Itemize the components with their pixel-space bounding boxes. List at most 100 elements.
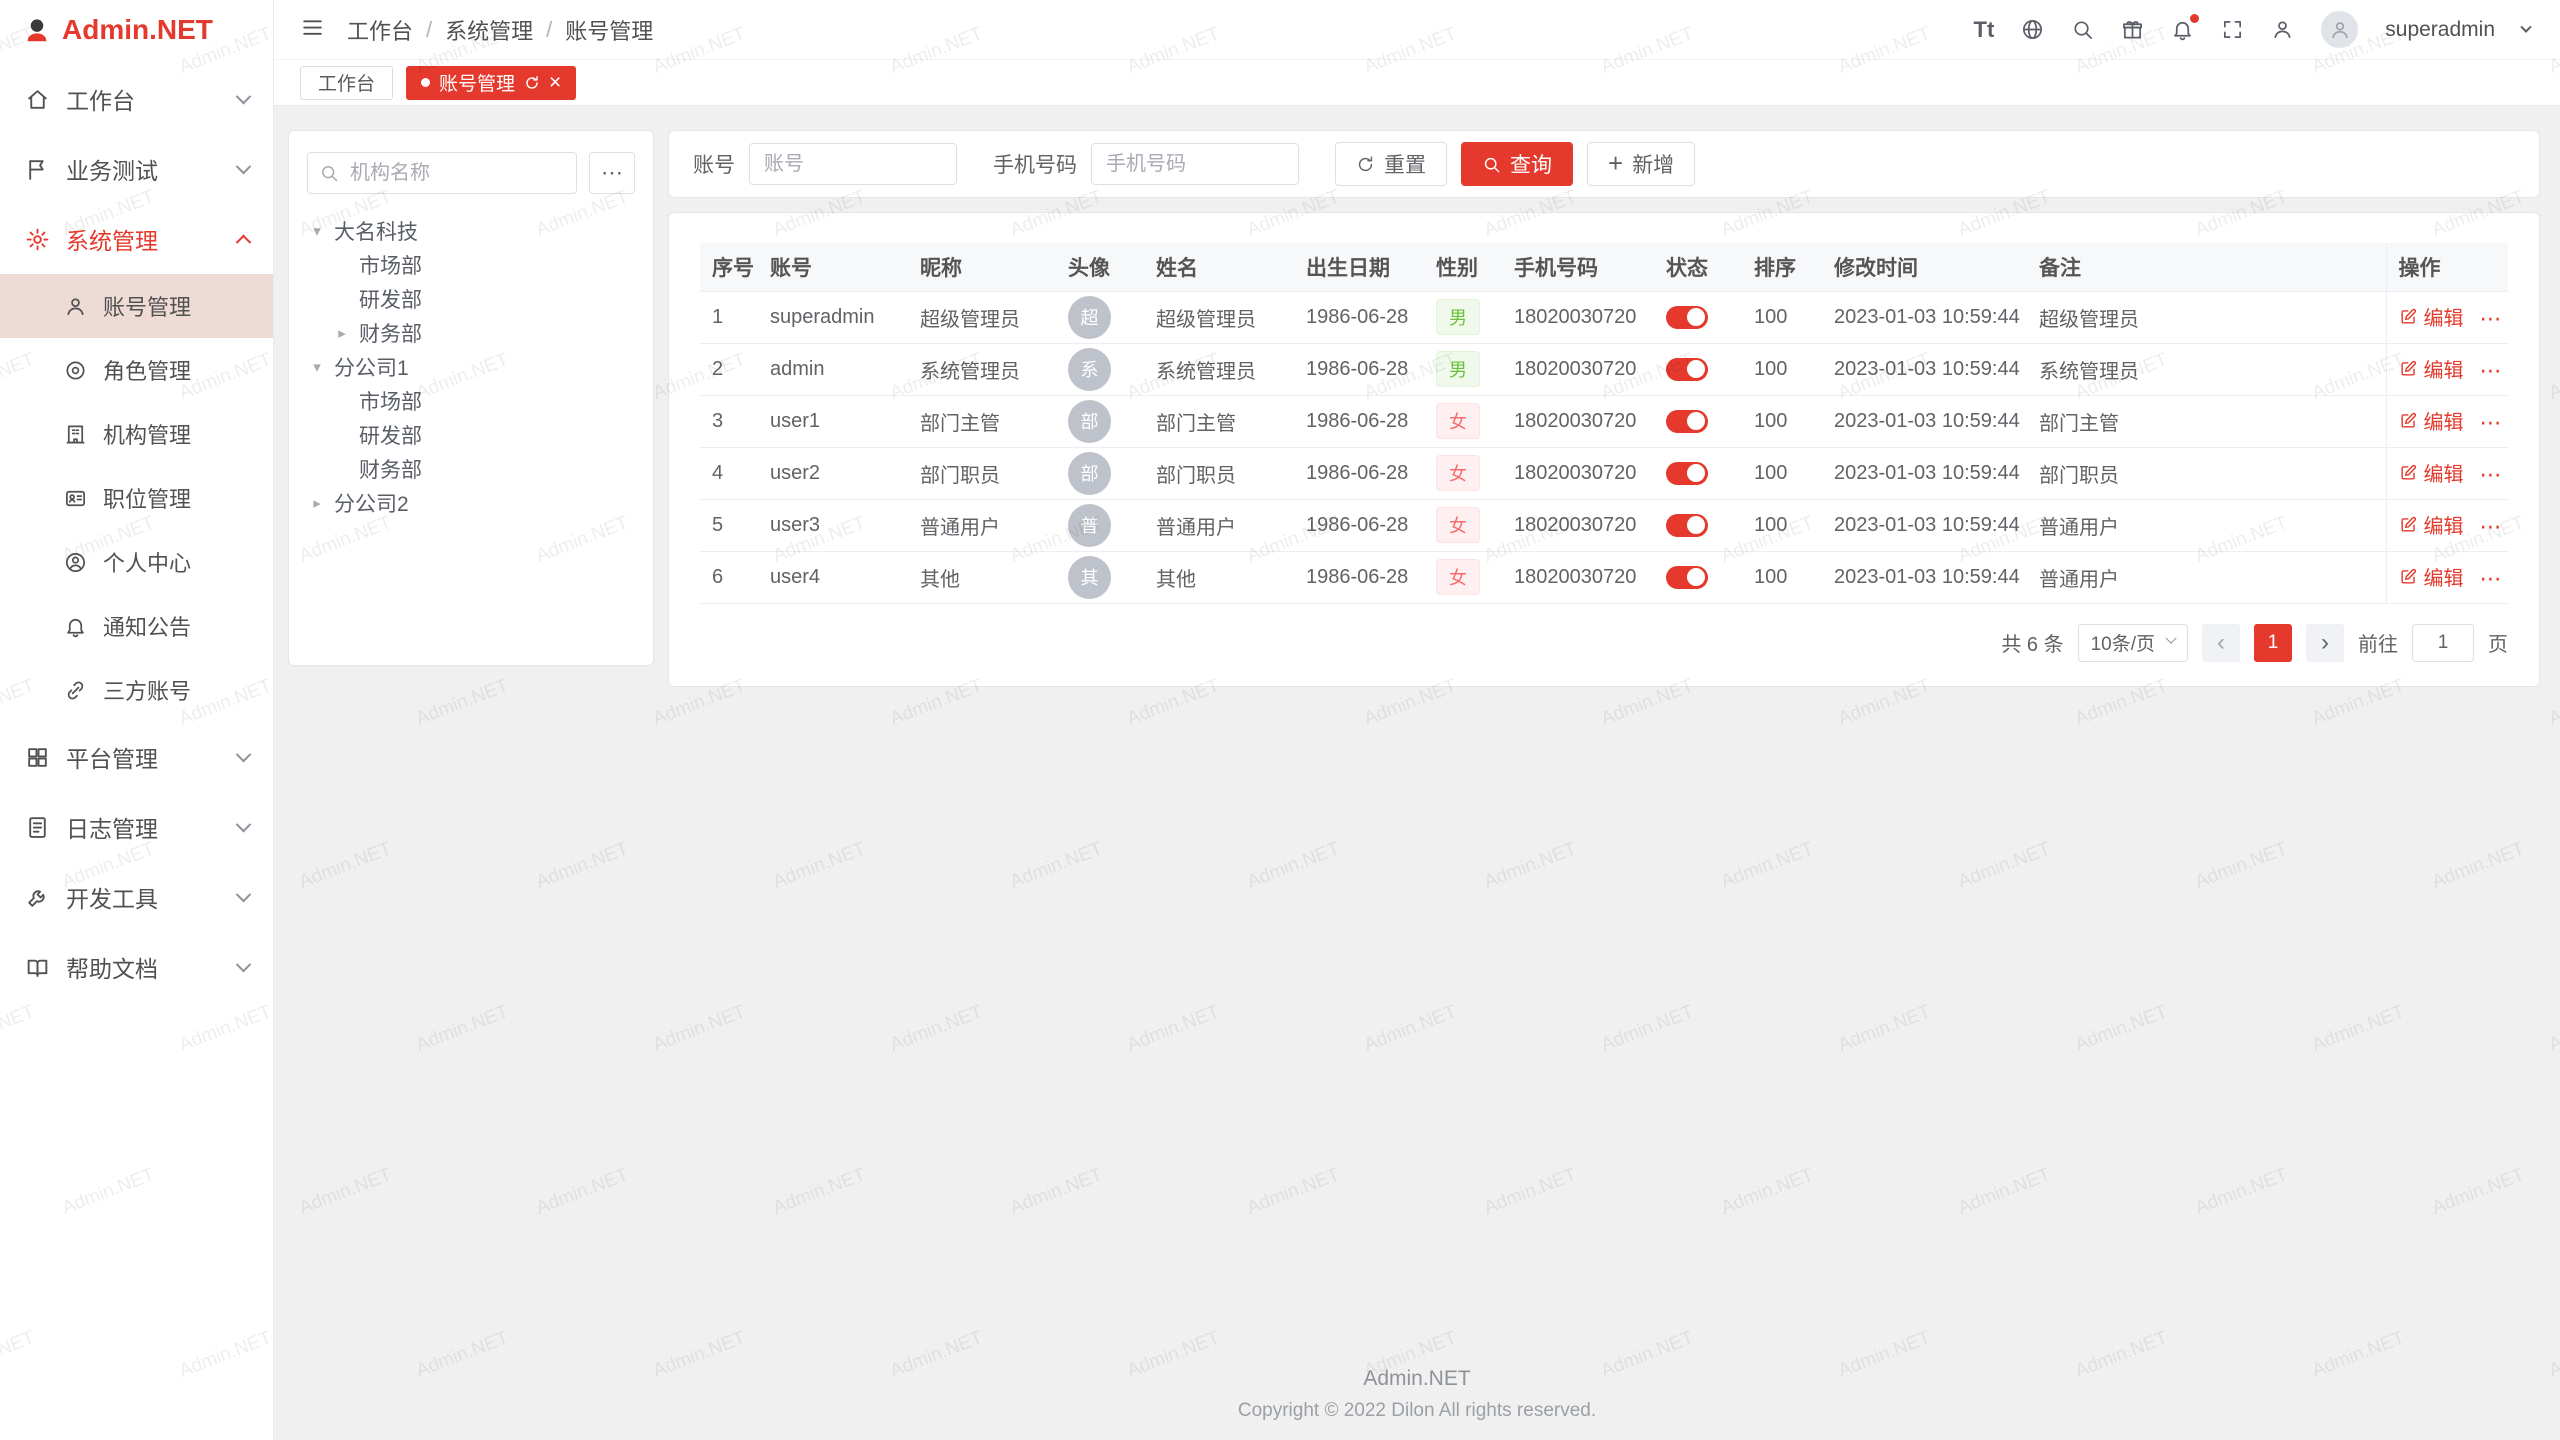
reset-button[interactable]: 重置 [1335,142,1447,186]
status-toggle[interactable] [1666,410,1708,433]
chevron-down-icon[interactable] [2520,21,2531,32]
search-icon [1482,155,1501,174]
cell-phone: 18020030720 [1502,551,1654,603]
gear-icon [24,227,50,252]
search-button[interactable]: 查询 [1461,142,1573,186]
status-toggle[interactable] [1666,462,1708,485]
search-icon[interactable] [2071,18,2094,41]
caret-down-icon[interactable]: ▾ [307,358,327,376]
edit-button[interactable]: 编辑 [2399,406,2464,435]
more-actions-button[interactable]: ⋯ [2480,462,2504,487]
phone-input[interactable] [1091,143,1299,185]
sidebar-item-system-management[interactable]: 系统管理 [0,204,273,274]
sidebar-item-workbench[interactable]: 工作台 [0,64,273,134]
menu-collapse-icon[interactable] [300,15,325,45]
cell-nickname: 超级管理员 [908,291,1056,343]
next-page-button[interactable]: › [2306,624,2344,662]
flag-icon [24,157,50,182]
caret-right-icon[interactable]: ▸ [307,494,327,512]
sidebar-item-notice[interactable]: 通知公告 [0,594,273,658]
more-actions-button[interactable]: ⋯ [2480,358,2504,383]
sidebar-item-account-management[interactable]: 账号管理 [0,274,273,338]
tab-account-management[interactable]: 账号管理 × [406,66,576,100]
profile-icon[interactable] [2271,18,2294,41]
sidebar-item-help-docs[interactable]: 帮助文档 [0,932,273,1002]
cell-index: 4 [700,447,758,499]
sidebar-item-role-management[interactable]: 角色管理 [0,338,273,402]
more-actions-button[interactable]: ⋯ [2480,306,2504,331]
add-button[interactable]: + 新增 [1587,142,1695,186]
notification-bell-icon[interactable] [2171,18,2194,41]
edit-button[interactable]: 编辑 [2399,302,2464,331]
cell-phone: 18020030720 [1502,291,1654,343]
cell-nickname: 其他 [908,551,1056,603]
tree-node[interactable]: 市场部 [307,384,635,418]
edit-button[interactable]: 编辑 [2399,458,2464,487]
caret-down-icon[interactable]: ▾ [307,222,327,240]
sidebar-item-log-management[interactable]: 日志管理 [0,792,273,862]
username[interactable]: superadmin [2385,18,2495,42]
edit-button[interactable]: 编辑 [2399,354,2464,383]
refresh-icon [1356,155,1375,174]
sidebar-item-personal-center[interactable]: 个人中心 [0,530,273,594]
tree-node[interactable]: 财务部 [307,452,635,486]
tree-node[interactable]: ▸分公司2 [307,486,635,520]
theme-icon[interactable] [2121,18,2144,41]
sidebar-item-org-management[interactable]: 机构管理 [0,402,273,466]
cell-birth: 1986-06-28 [1294,499,1424,551]
breadcrumb-workbench[interactable]: 工作台 [347,14,413,46]
page-footer: Admin.NET Copyright © 2022 Dilon All rig… [274,1367,2560,1422]
more-actions-button[interactable]: ⋯ [2480,410,2504,435]
cell-remark: 部门主管 [2027,395,2386,447]
chevron-down-icon [236,746,252,762]
tree-node[interactable]: 研发部 [307,282,635,316]
close-icon[interactable]: × [549,72,561,93]
user-avatar[interactable] [2321,11,2358,48]
page-size-select[interactable]: 10条/页 [2078,624,2188,662]
search-icon [319,163,339,183]
edit-button[interactable]: 编辑 [2399,562,2464,591]
status-toggle[interactable] [1666,566,1708,589]
edit-icon [2399,411,2418,430]
refresh-icon[interactable] [524,75,540,91]
sidebar-item-thirdparty-account[interactable]: 三方账号 [0,658,273,722]
goto-page-input[interactable] [2412,624,2474,662]
edit-button[interactable]: 编辑 [2399,510,2464,539]
fullscreen-icon[interactable] [2221,18,2244,41]
cell-time: 2023-01-03 10:59:44 [1822,551,2027,603]
status-toggle[interactable] [1666,306,1708,329]
link-icon [62,679,88,702]
sidebar-item-business-test[interactable]: 业务测试 [0,134,273,204]
document-icon [24,815,50,840]
status-toggle[interactable] [1666,514,1708,537]
tree-node[interactable]: 研发部 [307,418,635,452]
cell-time: 2023-01-03 10:59:44 [1822,343,2027,395]
row-avatar: 部 [1068,452,1111,495]
more-actions-button[interactable]: ⋯ [2480,514,2504,539]
prev-page-button[interactable]: ‹ [2202,624,2240,662]
more-actions-button[interactable]: ⋯ [2480,566,2504,591]
language-icon[interactable] [2021,18,2044,41]
account-input[interactable] [749,143,957,185]
caret-right-icon[interactable]: ▸ [332,324,352,342]
tab-workbench[interactable]: 工作台 [300,66,393,100]
tree-node[interactable]: ▾分公司1 [307,350,635,384]
cell-nickname: 普通用户 [908,499,1056,551]
sidebar-item-dev-tools[interactable]: 开发工具 [0,862,273,932]
cell-birth: 1986-06-28 [1294,447,1424,499]
org-search-input[interactable] [307,152,577,194]
breadcrumb-system-management[interactable]: 系统管理 [445,14,533,46]
tree-node[interactable]: ▸财务部 [307,316,635,350]
page-1-button[interactable]: 1 [2254,624,2292,662]
cell-nickname: 系统管理员 [908,343,1056,395]
tree-node[interactable]: ▾大名科技 [307,214,635,248]
sidebar-item-position-management[interactable]: 职位管理 [0,466,273,530]
gender-badge: 男 [1436,299,1480,335]
tree-more-button[interactable]: ⋯ [589,152,635,194]
cell-birth: 1986-06-28 [1294,551,1424,603]
sidebar-item-platform-management[interactable]: 平台管理 [0,722,273,792]
logo[interactable]: Admin.NET [0,0,273,60]
status-toggle[interactable] [1666,358,1708,381]
font-size-icon[interactable]: Tt [1974,17,1995,43]
tree-node[interactable]: 市场部 [307,248,635,282]
